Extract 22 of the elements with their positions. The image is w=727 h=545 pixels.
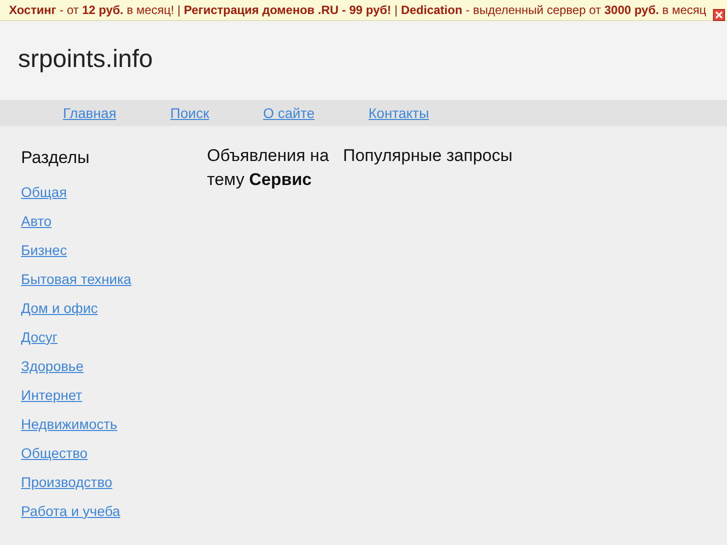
category-link[interactable]: Дом и офис — [21, 300, 207, 329]
nav-link[interactable]: Контакты — [368, 105, 430, 121]
category-link[interactable]: Досуг — [21, 329, 207, 358]
nav-link[interactable]: Поиск — [170, 105, 210, 121]
category-link[interactable]: Общество — [21, 445, 207, 474]
category-link[interactable]: Недвижимость — [21, 416, 207, 445]
site-title: srpoints.info — [17, 44, 154, 74]
category-link[interactable]: Авто — [21, 213, 207, 242]
category-link[interactable]: Бытовая техника — [21, 271, 207, 300]
popular-heading: Популярные запросы — [343, 145, 512, 167]
hosting-ad-text: Хостинг - от 12 руб. в месяц! | Регистрация доменов .RU - 99 руб! | Dedication - выделенный сервер от 3000 руб. в месяц — [8, 3, 706, 17]
category-link[interactable]: Интернет — [21, 387, 207, 416]
nav-link[interactable]: О сайте — [263, 105, 315, 121]
category-link[interactable]: Работа и учеба — [21, 503, 207, 532]
nav-link[interactable]: Главная — [63, 105, 116, 121]
category-link[interactable]: Здоровье — [21, 358, 207, 387]
category-link[interactable]: Бизнес — [21, 242, 207, 271]
ads-heading: Объявления на тему Сервис — [207, 145, 330, 191]
category-link[interactable]: Общая — [21, 184, 207, 213]
close-icon[interactable] — [713, 9, 725, 21]
sidebar-heading: Разделы — [21, 148, 90, 168]
category-link[interactable]: Производство — [21, 474, 207, 503]
